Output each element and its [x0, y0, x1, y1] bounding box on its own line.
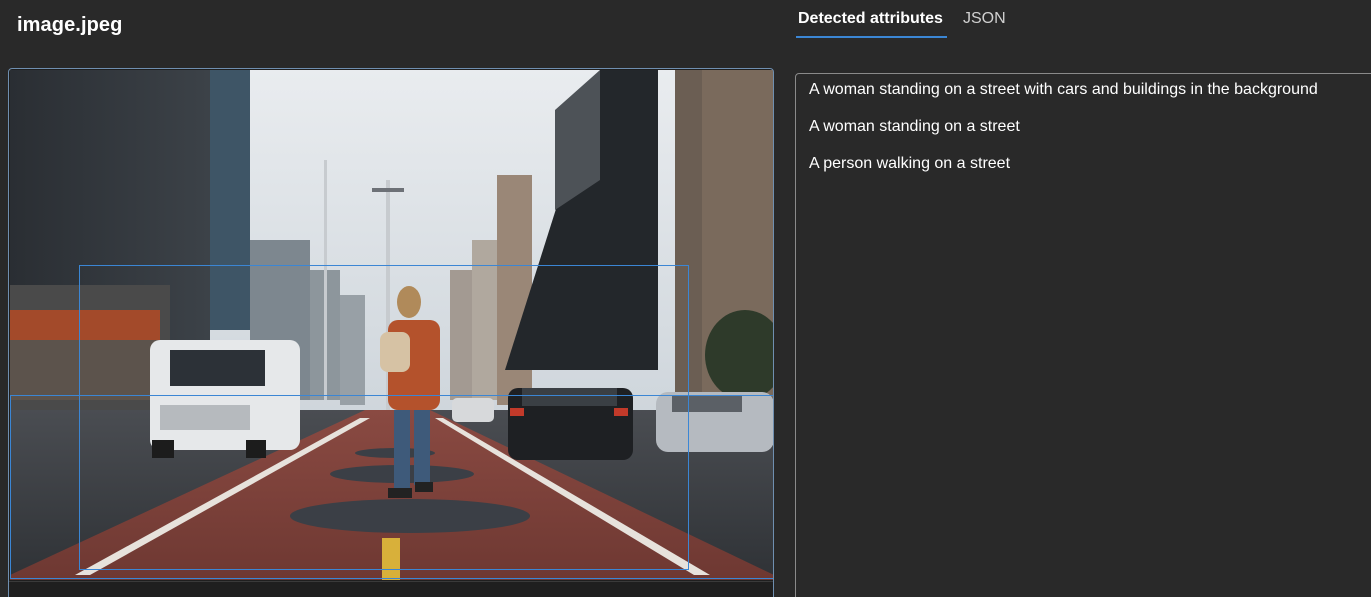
app-root: image.jpeg Detected attributes JSON A wo… [0, 0, 1371, 597]
tab-json[interactable]: JSON [963, 10, 1006, 28]
active-tab-indicator [796, 36, 947, 38]
attribute-item[interactable]: A person walking on a street [809, 155, 1010, 173]
detected-attributes-panel: A woman standing on a street with cars a… [795, 73, 1371, 597]
attribute-item[interactable]: A woman standing on a street [809, 118, 1020, 136]
image-preview-panel [8, 68, 774, 597]
attribute-item[interactable]: A woman standing on a street with cars a… [809, 81, 1318, 99]
tab-detected-attributes[interactable]: Detected attributes [798, 10, 943, 28]
detection-box-street[interactable] [10, 395, 773, 579]
file-title: image.jpeg [17, 14, 123, 36]
